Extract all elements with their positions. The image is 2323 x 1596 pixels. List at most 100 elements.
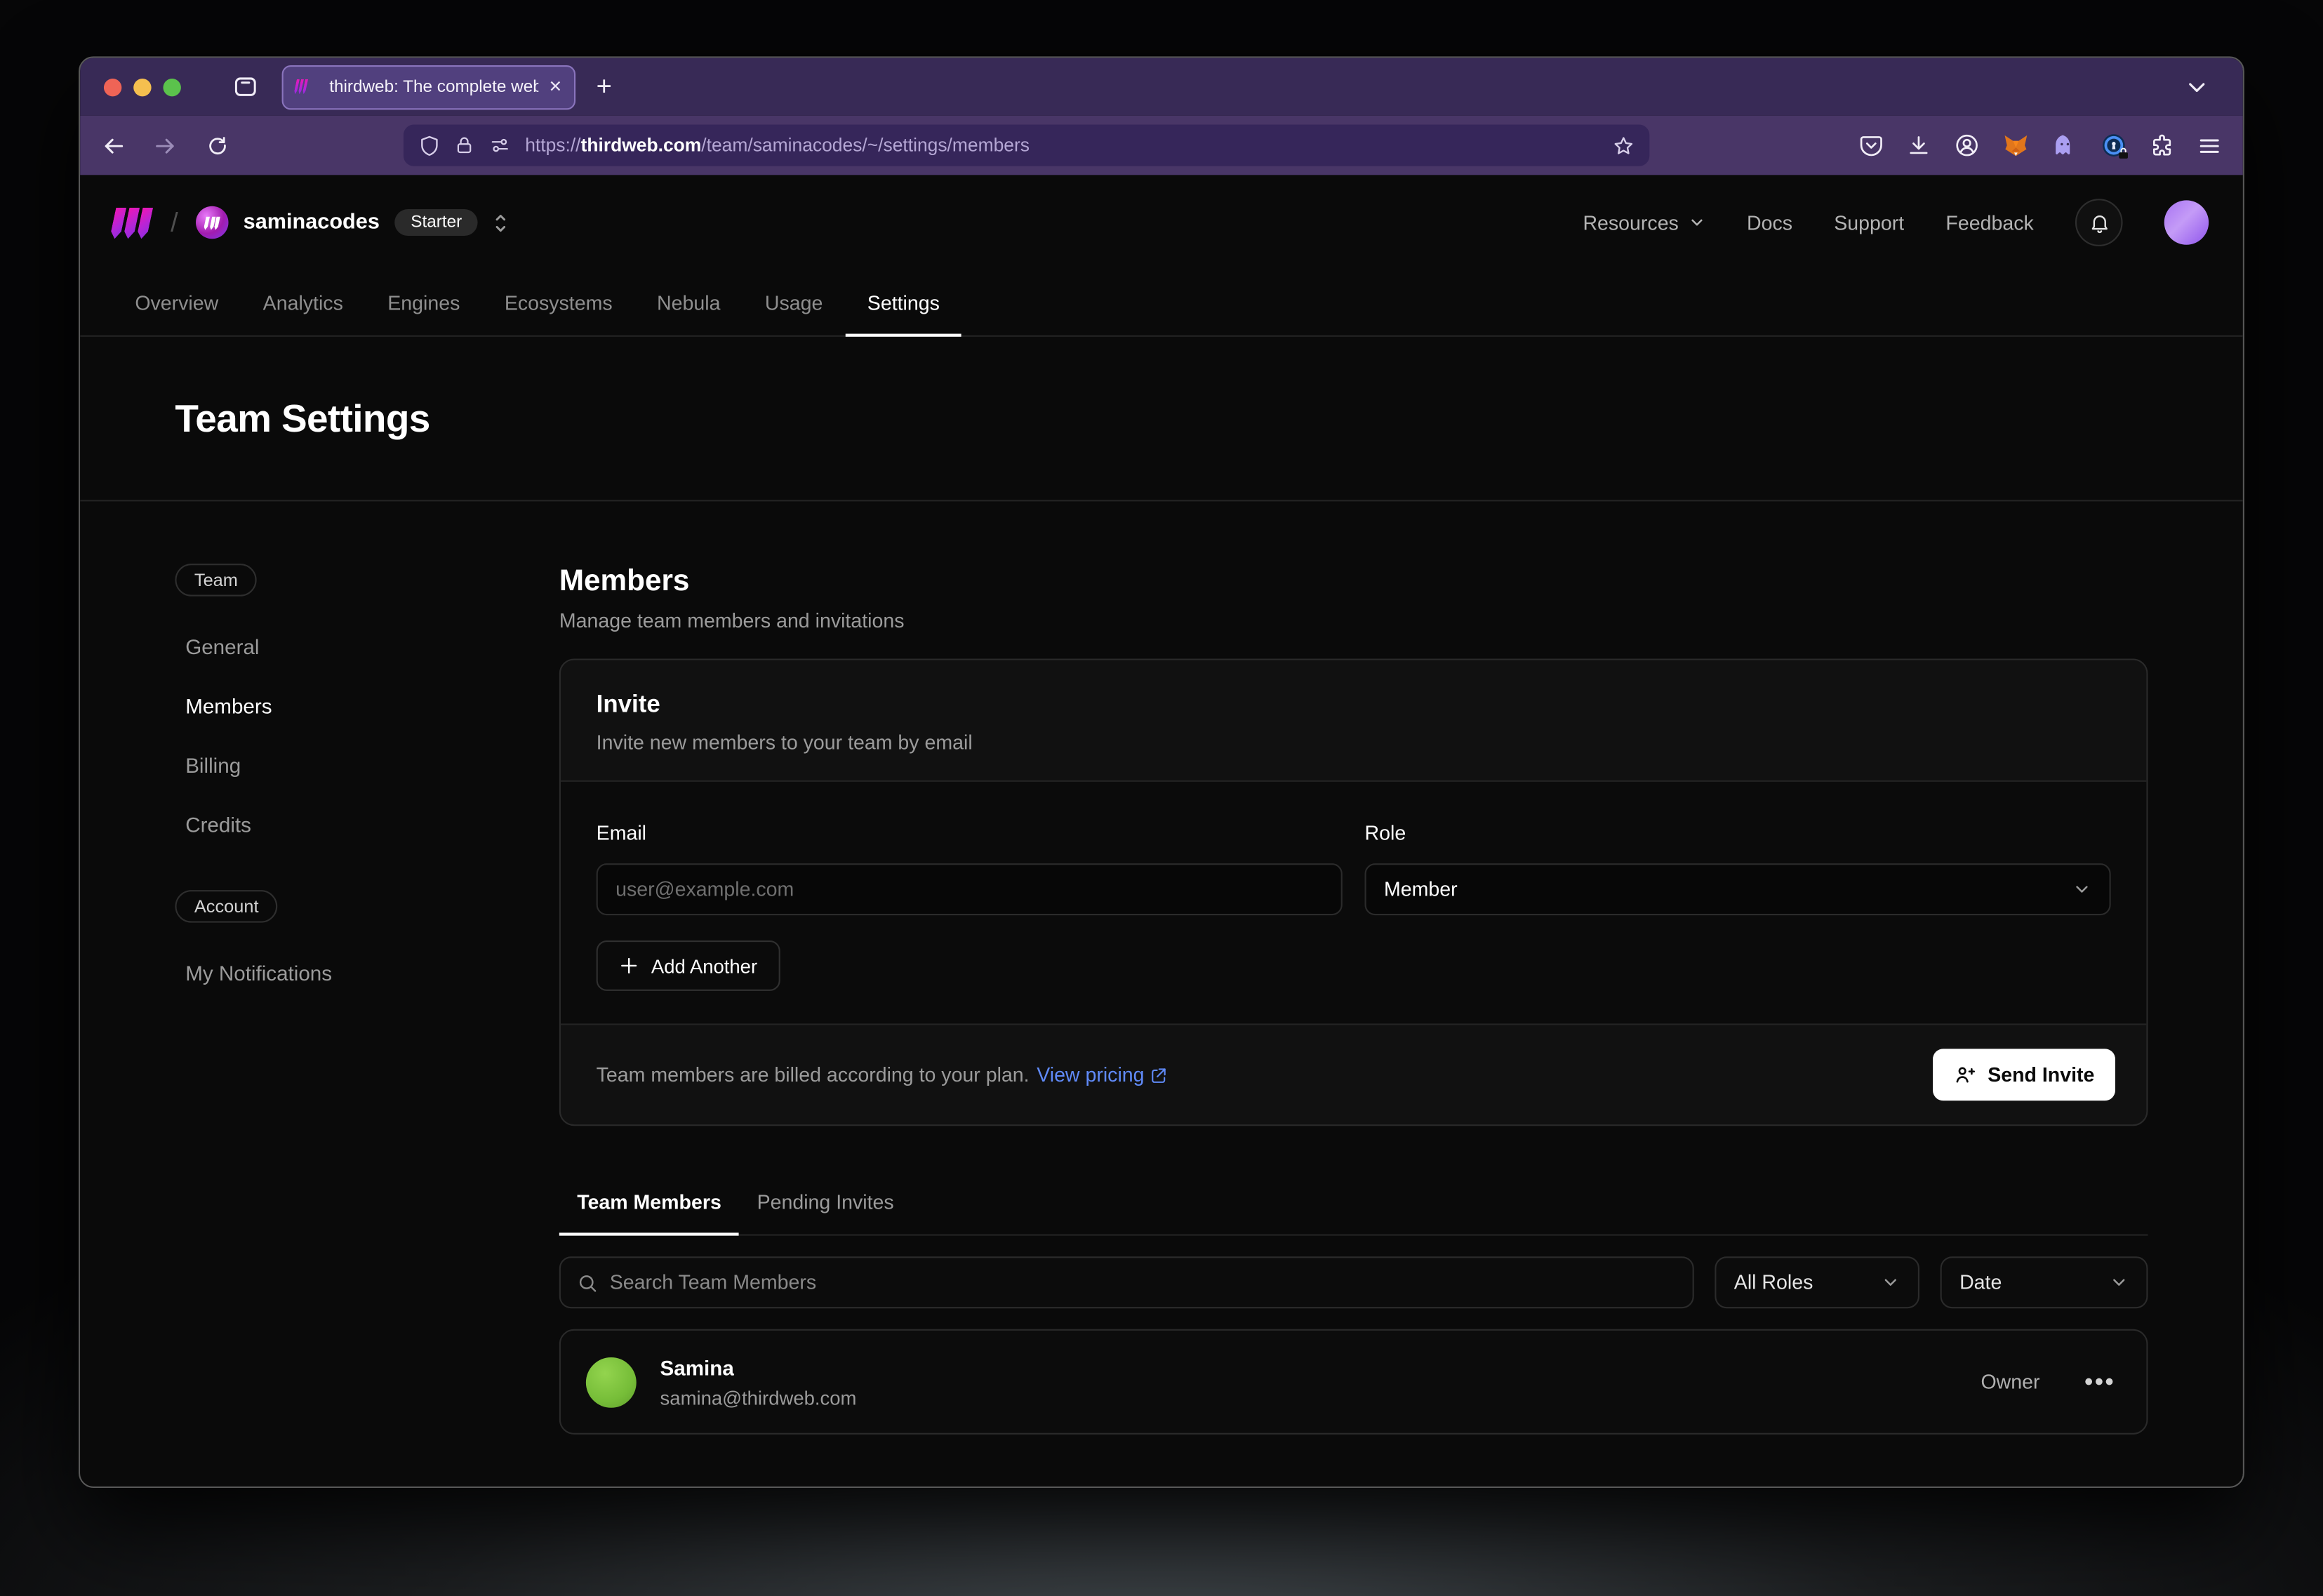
chevron-down-icon <box>2110 1272 2129 1291</box>
metamask-icon[interactable] <box>2002 132 2029 159</box>
sidebar-item-my-notifications[interactable]: My Notifications <box>185 962 559 985</box>
send-invite-button[interactable]: Send Invite <box>1933 1049 2115 1100</box>
page-title-band: Team Settings <box>80 337 2243 502</box>
thirdweb-logo[interactable] <box>113 207 150 238</box>
member-name: Samina <box>660 1355 857 1379</box>
role-select[interactable]: Member <box>1365 863 2111 915</box>
menu-hamburger-icon[interactable] <box>2197 133 2222 158</box>
sidebar-group-account: Account <box>175 890 278 922</box>
chevron-down-icon <box>2072 879 2091 898</box>
chevron-down-icon <box>1688 213 1705 231</box>
close-window-button[interactable] <box>104 78 121 95</box>
member-avatar <box>586 1357 637 1407</box>
members-filter-row: All Roles Date <box>559 1256 2148 1308</box>
members-list-tabs: Team Members Pending Invites <box>559 1190 2148 1236</box>
invite-card: Invite Invite new members to your team b… <box>559 658 2148 1126</box>
members-section-subtitle: Manage team members and invitations <box>559 609 2148 634</box>
breadcrumb-separator: / <box>171 207 178 238</box>
role-label: Role <box>1365 820 2111 846</box>
email-label: Email <box>597 820 1343 846</box>
permissions-sliders-icon[interactable] <box>488 135 512 156</box>
profile-avatar[interactable] <box>2164 200 2209 244</box>
extensions-puzzle-icon[interactable] <box>2150 133 2175 158</box>
role-filter-select[interactable]: All Roles <box>1715 1256 1919 1308</box>
list-all-tabs-chevron-icon[interactable] <box>2183 74 2210 100</box>
tab-nebula[interactable]: Nebula <box>634 292 743 335</box>
external-link-icon <box>1150 1066 1168 1084</box>
view-pricing-link[interactable]: View pricing <box>1037 1063 1168 1086</box>
tab-pending-invites[interactable]: Pending Invites <box>739 1190 912 1234</box>
tab-overview[interactable]: Overview <box>113 292 241 335</box>
team-switcher-chevrons-icon[interactable] <box>490 210 512 235</box>
plus-icon <box>618 955 639 976</box>
team-name[interactable]: saminacodes <box>244 211 380 234</box>
billing-note: Team members are billed according to you… <box>597 1063 1169 1086</box>
tracking-protection-shield-icon[interactable] <box>418 134 441 157</box>
sidebar-item-credits[interactable]: Credits <box>185 813 559 837</box>
members-section-title: Members <box>559 564 2148 599</box>
tab-close-icon[interactable]: ✕ <box>549 77 562 96</box>
member-row: Samina samina@thirdweb.com Owner ••• <box>559 1329 2148 1435</box>
search-icon <box>577 1272 598 1293</box>
browser-tab[interactable]: thirdweb: The complete web3 d ✕ <box>282 65 575 109</box>
browser-toolbar: https://thirdweb.com/team/saminacodes/~/… <box>80 116 2243 175</box>
pocket-icon[interactable] <box>1858 133 1884 158</box>
url-text[interactable]: https://thirdweb.com/team/saminacodes/~/… <box>525 135 1599 156</box>
user-plus-icon <box>1954 1063 1976 1086</box>
team-avatar[interactable] <box>196 206 228 239</box>
window-controls <box>104 78 181 95</box>
site-header: / saminacodes Starter Resources Docs Sup… <box>80 175 2243 270</box>
invite-title: Invite <box>597 689 2111 721</box>
url-bar[interactable]: https://thirdweb.com/team/saminacodes/~/… <box>404 125 1649 166</box>
member-actions-ellipsis-icon[interactable]: ••• <box>2084 1374 2115 1389</box>
tab-engines[interactable]: Engines <box>366 292 483 335</box>
sidebar-item-general[interactable]: General <box>185 635 559 659</box>
page-content: / saminacodes Starter Resources Docs Sup… <box>80 175 2243 1488</box>
sidebar-group-team: Team <box>175 564 257 596</box>
browser-tab-strip: thirdweb: The complete web3 d ✕ + <box>80 58 2243 115</box>
tab-favicon-thirdweb <box>295 79 307 94</box>
bookmark-star-icon[interactable] <box>1612 134 1635 157</box>
member-email: samina@thirdweb.com <box>660 1386 857 1409</box>
feedback-link[interactable]: Feedback <box>1945 211 2033 234</box>
settings-sidebar: Team General Members Billing Credits Acc… <box>175 564 559 1488</box>
resources-menu[interactable]: Resources <box>1583 211 1705 234</box>
reload-button[interactable] <box>205 133 229 157</box>
tab-analytics[interactable]: Analytics <box>241 292 366 335</box>
sidebar-item-billing[interactable]: Billing <box>185 754 559 778</box>
phantom-icon[interactable] <box>2051 132 2078 159</box>
add-another-button[interactable]: Add Another <box>597 940 780 991</box>
notifications-bell-button[interactable] <box>2075 199 2123 246</box>
zoom-window-button[interactable] <box>163 78 180 95</box>
connection-lock-icon[interactable] <box>454 135 475 156</box>
tab-ecosystems[interactable]: Ecosystems <box>482 292 634 335</box>
sidebar-item-members[interactable]: Members <box>185 694 559 718</box>
account-icon[interactable] <box>1954 132 1981 159</box>
search-team-members[interactable] <box>559 1256 1694 1308</box>
main-nav-tabs: Overview Analytics Engines Ecosystems Ne… <box>80 270 2243 337</box>
search-input[interactable] <box>610 1271 1677 1294</box>
chevron-down-icon <box>1881 1272 1900 1291</box>
member-role: Owner <box>1981 1371 2039 1393</box>
back-button[interactable] <box>101 133 126 158</box>
new-tab-button[interactable]: + <box>597 71 612 102</box>
email-field[interactable] <box>597 863 1343 915</box>
browser-window: thirdweb: The complete web3 d ✕ + <box>79 56 2244 1488</box>
downloads-icon[interactable] <box>1906 133 1931 158</box>
support-link[interactable]: Support <box>1834 211 1904 234</box>
desktop-background: thirdweb: The complete web3 d ✕ + <box>0 0 2323 1596</box>
page-title: Team Settings <box>175 395 430 441</box>
plan-badge: Starter <box>394 209 478 236</box>
tab-team-members[interactable]: Team Members <box>559 1190 739 1234</box>
docs-link[interactable]: Docs <box>1747 211 1792 234</box>
tab-title: thirdweb: The complete web3 d <box>329 78 538 95</box>
bell-icon <box>2088 211 2110 234</box>
invite-subtitle: Invite new members to your team by email <box>597 730 2111 755</box>
minimize-window-button[interactable] <box>133 78 151 95</box>
firefox-view-icon[interactable] <box>232 73 260 101</box>
date-sort-select[interactable]: Date <box>1941 1256 2148 1308</box>
tab-usage[interactable]: Usage <box>743 292 845 335</box>
onepassword-icon[interactable] <box>2101 132 2127 159</box>
tab-settings[interactable]: Settings <box>845 292 962 335</box>
forward-button[interactable] <box>153 133 178 158</box>
